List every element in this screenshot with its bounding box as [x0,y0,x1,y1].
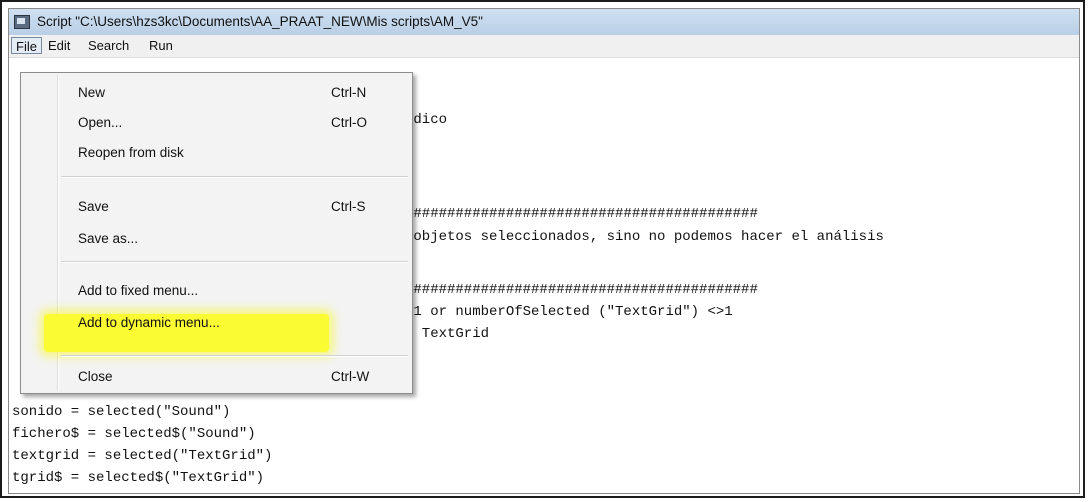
code-line: 1 or numberOfSelected ("TextGrid") <>1 [405,304,733,320]
menu-item-reopen[interactable]: Reopen from disk [21,139,412,167]
script-window: Script "C:\Users\hzs3kc\Documents\AA_PRA… [8,8,1080,494]
menu-item-label: Save as... [78,231,139,246]
menu-item-new[interactable]: New Ctrl-N [21,79,412,107]
menu-item-label: New [78,85,106,100]
code-line: ########################################… [405,206,758,222]
menu-item-save-as[interactable]: Save as... [21,225,412,253]
menu-item-save[interactable]: Save Ctrl-S [21,193,412,221]
menu-item-add-fixed[interactable]: Add to fixed menu... [21,277,412,305]
code-line: tgrid$ = selected$("TextGrid") [12,470,265,486]
menu-item-open[interactable]: Open... Ctrl-O [21,109,412,137]
code-line: textgrid = selected("TextGrid") [12,448,273,464]
menu-item-label: Add to dynamic menu... [78,315,220,330]
file-menu-dropdown: New Ctrl-N Open... Ctrl-O Reopen from di… [20,72,413,394]
title-bar: Script "C:\Users\hzs3kc\Documents\AA_PRA… [9,9,1079,36]
menu-item-label: Reopen from disk [78,145,184,160]
menu-item-add-dynamic[interactable]: Add to dynamic menu... [21,309,412,337]
menu-bar: File Edit Search Run [9,35,1079,58]
menu-item-label: Save [78,199,109,214]
code-line: fichero$ = selected$("Sound") [12,426,256,442]
menu-separator [61,261,408,263]
menu-search[interactable]: Search [84,37,133,54]
menu-edit[interactable]: Edit [44,37,74,54]
shortcut-label: Ctrl-O [331,115,367,130]
shortcut-label: Ctrl-S [331,199,366,214]
menu-item-label: Open... [78,115,123,130]
shortcut-label: Ctrl-N [331,85,367,100]
menu-item-label: Add to fixed menu... [78,283,199,298]
menu-item-close[interactable]: Close Ctrl-W [21,363,412,391]
menu-run[interactable]: Run [145,37,177,54]
code-line: objetos seleccionados, sino no podemos h… [405,229,884,245]
window-icon [14,15,30,29]
menu-separator [61,355,408,357]
code-line: sonido = selected("Sound") [12,404,231,420]
shortcut-label: Ctrl-W [331,369,370,384]
menu-separator [61,176,408,178]
code-line: n TextGrid [405,326,490,342]
menu-file[interactable]: File [11,37,42,54]
code-line: ########################################… [405,282,758,298]
menu-item-label: Close [78,369,113,384]
window-title: Script "C:\Users\hzs3kc\Documents\AA_PRA… [37,14,483,29]
